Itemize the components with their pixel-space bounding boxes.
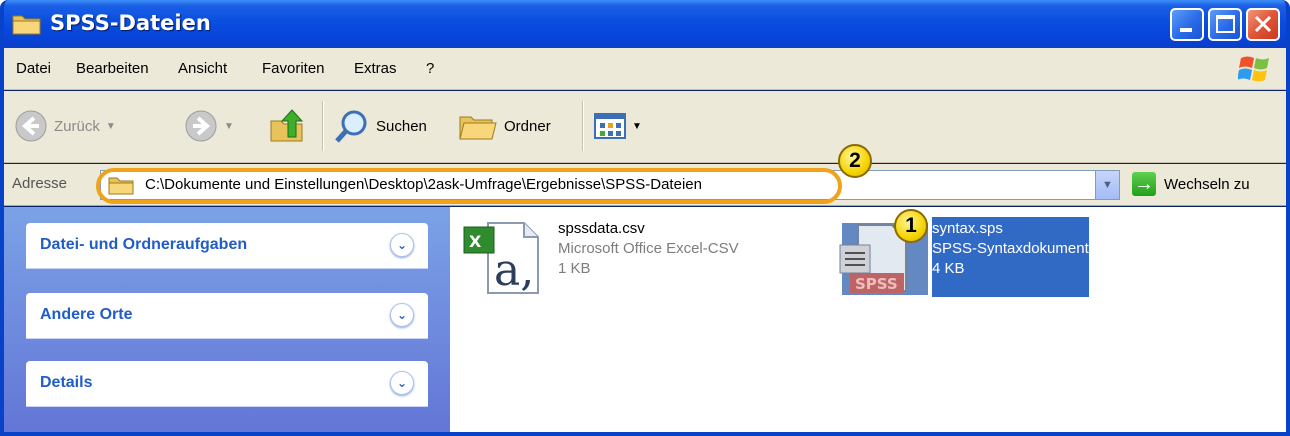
task-section-title: Datei- und Ordneraufgaben <box>40 236 248 253</box>
windows-logo-icon <box>1238 56 1269 82</box>
back-label: Zurück <box>54 117 100 135</box>
task-section-title: Andere Orte <box>40 306 133 323</box>
maximize-button[interactable] <box>1208 8 1242 41</box>
address-dropdown-button[interactable]: ▼ <box>1095 171 1119 199</box>
go-label: Wechseln zu <box>1164 175 1250 193</box>
expand-chevron-icon[interactable]: ⌄ <box>390 233 414 257</box>
close-icon <box>1254 15 1272 33</box>
search-button[interactable]: Suchen <box>334 103 427 149</box>
toolbar-separator <box>322 101 323 151</box>
views-dropdown-icon[interactable]: ▼ <box>632 121 642 132</box>
back-arrow-icon <box>15 110 47 142</box>
chevron-down-icon: ▼ <box>1102 179 1113 191</box>
task-section-other-places[interactable]: Andere Orte ⌄ <box>26 293 428 339</box>
callout-badge-2: 2 <box>838 144 872 178</box>
close-button[interactable] <box>1246 8 1280 41</box>
go-button[interactable]: → Wechseln zu <box>1132 172 1250 196</box>
maximize-icon <box>1216 15 1235 33</box>
excel-csv-icon: a, X <box>462 217 558 297</box>
minimize-icon <box>1180 28 1192 32</box>
menu-extras[interactable]: Extras <box>354 60 397 77</box>
window-title: SPSS-Dateien <box>50 11 211 35</box>
menu-bearbeiten[interactable]: Bearbeiten <box>76 60 149 77</box>
folders-label: Ordner <box>504 117 551 135</box>
menu-bar: Datei Bearbeiten Ansicht Favoriten Extra… <box>4 48 1286 90</box>
file-item-spssdata[interactable]: a, X spssdata.csv Microsoft Office Excel… <box>462 217 739 297</box>
menu-datei[interactable]: Datei <box>16 60 51 77</box>
up-folder-button[interactable] <box>268 103 306 149</box>
search-label: Suchen <box>376 117 427 135</box>
explorer-window: SPSS-Dateien Datei Bearbeiten Ansicht Fa… <box>0 0 1290 436</box>
back-button[interactable]: Zurück ▼ <box>14 103 116 149</box>
menu-favoriten[interactable]: Favoriten <box>262 60 325 77</box>
address-label: Adresse <box>12 175 68 192</box>
search-icon <box>335 110 367 143</box>
forward-dropdown-icon[interactable]: ▼ <box>224 121 234 132</box>
file-list: a, X spssdata.csv Microsoft Office Excel… <box>450 207 1286 432</box>
file-name: syntax.sps <box>932 220 1003 237</box>
back-dropdown-icon[interactable]: ▼ <box>106 121 116 132</box>
forward-button[interactable]: ▼ <box>184 103 234 149</box>
task-pane: Datei- und Ordneraufgaben ⌄ Andere Orte … <box>4 207 450 432</box>
folder-icon <box>12 15 41 35</box>
forward-arrow-icon <box>185 110 217 142</box>
folders-button[interactable]: Ordner <box>458 103 551 149</box>
expand-chevron-icon[interactable]: ⌄ <box>390 303 414 327</box>
folders-icon <box>459 116 497 140</box>
task-section-details[interactable]: Details ⌄ <box>26 361 428 407</box>
callout-highlight-address <box>96 168 842 204</box>
expand-chevron-icon[interactable]: ⌄ <box>390 371 414 395</box>
file-size: 4 KB <box>932 260 965 277</box>
file-name: spssdata.csv <box>558 220 645 237</box>
menu-ansicht[interactable]: Ansicht <box>178 60 227 77</box>
callout-badge-1: 1 <box>894 209 928 243</box>
file-size: 1 KB <box>558 260 591 277</box>
folder-up-icon <box>270 109 304 142</box>
menu-help[interactable]: ? <box>426 60 434 77</box>
file-type: Microsoft Office Excel-CSV <box>558 240 739 257</box>
minimize-button[interactable] <box>1170 8 1204 41</box>
task-section-file-folder-tasks[interactable]: Datei- und Ordneraufgaben ⌄ <box>26 223 428 269</box>
title-bar[interactable]: SPSS-Dateien <box>4 0 1286 48</box>
address-bar: Adresse C:\Dokumente und Einstellungen\D… <box>4 144 1286 206</box>
toolbar-separator <box>582 101 583 151</box>
toolbar: Zurück ▼ ▼ Suchen Ordner ▼ <box>4 91 1286 163</box>
svg-text:a,: a, <box>494 245 534 296</box>
task-section-title: Details <box>40 374 93 391</box>
go-arrow-icon: → <box>1132 172 1156 196</box>
file-type: SPSS-Syntaxdokument <box>932 240 1089 257</box>
views-button[interactable]: ▼ <box>594 103 642 149</box>
views-icon <box>594 113 626 139</box>
svg-text:X: X <box>469 232 482 251</box>
svg-text:SPSS: SPSS <box>855 275 898 293</box>
file-item-syntax[interactable]: SPSS syntax.sps SPSS-Syntaxdokument 4 KB <box>836 217 1089 297</box>
